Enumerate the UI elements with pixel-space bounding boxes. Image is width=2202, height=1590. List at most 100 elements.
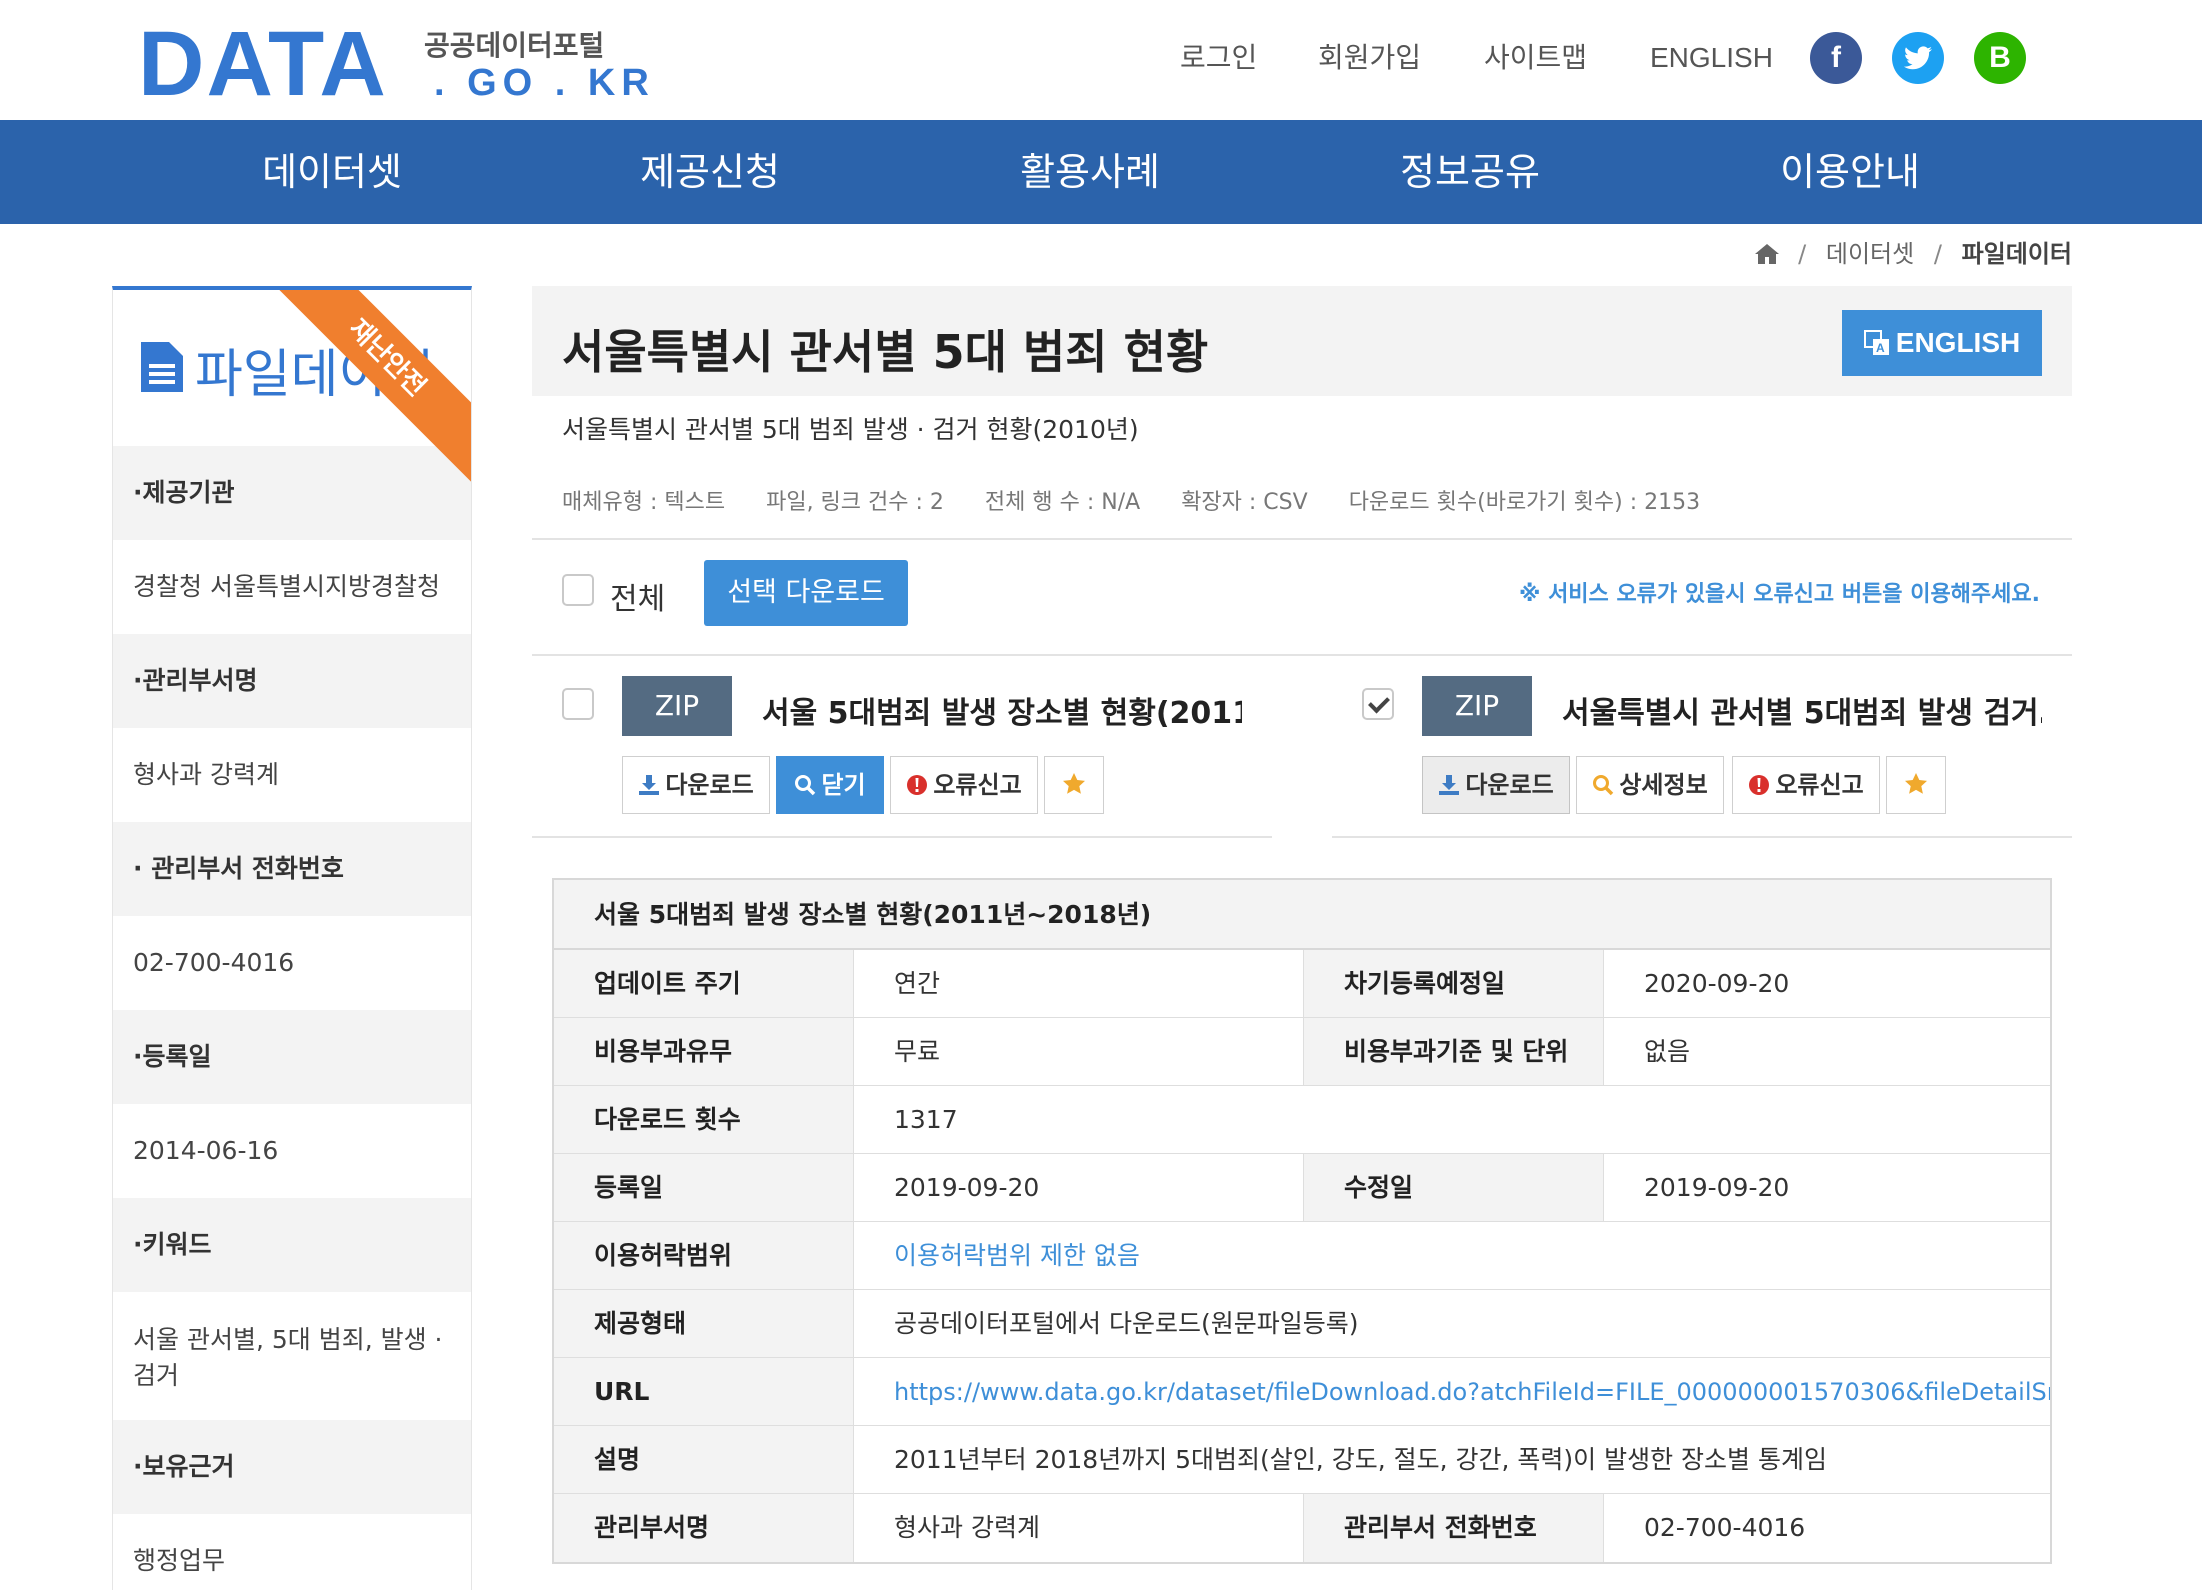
file-1-close-label: 닫기	[821, 771, 866, 799]
modified-date-label: 수정일	[1304, 1154, 1604, 1221]
file-1-format-badge: ZIP	[622, 676, 732, 736]
login-link[interactable]: 로그인	[1180, 38, 1257, 78]
translate-icon: A	[1863, 330, 1889, 355]
provider-label: ·제공기관	[113, 446, 471, 540]
fee-basis-value: 없음	[1644, 1037, 1691, 1066]
search-icon	[1593, 775, 1614, 796]
meta-extension: 확장자 : CSV	[1181, 490, 1308, 515]
meta-file-count: 파일, 링크 건수 : 2	[766, 490, 944, 515]
file-2-report-label: 오류신고	[1775, 771, 1864, 799]
breadcrumb: / 데이터셋 / 파일데이터	[1754, 236, 2072, 272]
file-1-download-label: 다운로드	[665, 771, 754, 799]
facebook-icon[interactable]: f	[1810, 32, 1862, 84]
file-2-favorite-button[interactable]	[1886, 756, 1946, 814]
logo-domain: . GO . KR	[434, 62, 655, 104]
twitter-icon[interactable]	[1892, 32, 1944, 84]
dataset-meta: 매체유형 : 텍스트 파일, 링크 건수 : 2 전체 행 수 : N/A 확장…	[562, 484, 1734, 516]
file-2-details-label: 상세정보	[1619, 771, 1708, 799]
downloads-label: 다운로드 횟수	[554, 1086, 854, 1153]
url-link[interactable]: https://www.data.go.kr/dataset/fileDownl…	[854, 1358, 2050, 1425]
phone-label: · 관리부서 전화번호	[113, 822, 471, 916]
select-all-checkbox[interactable]	[562, 574, 594, 606]
modified-date-value: 2019-09-20	[1644, 1173, 1790, 1202]
site-logo[interactable]: DATA 공공데이터포털 . GO . KR	[138, 13, 649, 115]
file-2-report-button[interactable]: 오류신고	[1732, 756, 1880, 814]
nav-info-sharing[interactable]: 정보공유	[1280, 120, 1660, 224]
dept-name-label: 관리부서명	[554, 1494, 854, 1562]
english-link[interactable]: ENGLISH	[1650, 38, 1773, 78]
dept-label: ·관리부서명	[113, 634, 471, 728]
dept-name-value: 형사과 강력계	[854, 1494, 1304, 1562]
table-row: 비용부과유무 무료 비용부과기준 및 단위 없음	[554, 1018, 2050, 1086]
table-row: 이용허락범위 이용허락범위 제한 없음	[554, 1222, 2050, 1290]
star-icon	[1063, 773, 1085, 794]
breadcrumb-separator: /	[1798, 240, 1807, 268]
alert-icon	[1749, 775, 1770, 795]
meta-row-count: 전체 행 수 : N/A	[984, 490, 1141, 515]
table-row: URL https://www.data.go.kr/dataset/fileD…	[554, 1358, 2050, 1426]
fee-value: 무료	[854, 1018, 1304, 1085]
logo-subtitle: 공공데이터포털	[424, 29, 605, 62]
fee-label: 비용부과유무	[554, 1018, 854, 1085]
logo-wordmark: DATA	[138, 13, 388, 115]
sidebar: 파일데이터 재난안전 ·제공기관 경찰청 서울특별시지방경찰청 ·관리부서명 형…	[112, 286, 472, 1590]
file-1-checkbox[interactable]	[562, 688, 594, 720]
file-1-favorite-button[interactable]	[1044, 756, 1104, 814]
file-1-download-button[interactable]: 다운로드	[622, 756, 770, 814]
blog-glyph: B	[1989, 41, 2011, 74]
home-icon[interactable]	[1754, 243, 1779, 265]
nav-request[interactable]: 제공신청	[520, 120, 900, 224]
page-title: 서울특별시 관서별 5대 범죄 현황	[562, 325, 1209, 379]
provision-value: 공공데이터포털에서 다운로드(원문파일등록)	[894, 1309, 1359, 1338]
file-1-report-button[interactable]: 오류신고	[890, 756, 1038, 814]
description-value: 2011년부터 2018년까지 5대범죄(살인, 강도, 절도, 강간, 폭력)…	[894, 1445, 1827, 1474]
basis-value: 행정업무	[133, 1546, 226, 1575]
sitemap-link[interactable]: 사이트맵	[1484, 38, 1587, 78]
file-2-download-button[interactable]: 다운로드	[1422, 756, 1570, 814]
license-link[interactable]: 이용허락범위 제한 없음	[854, 1222, 2050, 1289]
sidebar-header: 파일데이터 재난안전	[113, 290, 471, 499]
meta-media-type: 매체유형 : 텍스트	[562, 490, 726, 515]
file-2-download-label: 다운로드	[1465, 771, 1554, 799]
registered-date-value: 2019-09-20	[854, 1154, 1304, 1221]
table-row: 다운로드 횟수 1317	[554, 1086, 2050, 1154]
file-2-format-badge: ZIP	[1422, 676, 1532, 736]
divider	[532, 836, 1272, 838]
nav-guide[interactable]: 이용안내	[1660, 120, 2040, 224]
blog-icon[interactable]: B	[1974, 32, 2026, 84]
keywords-value: 서울 관서별, 5대 범죄, 발생 · 검거	[133, 1325, 443, 1390]
breadcrumb-datasets[interactable]: 데이터셋	[1826, 240, 1914, 268]
registered-value: 2014-06-16	[133, 1136, 279, 1165]
nav-use-cases[interactable]: 활용사례	[900, 120, 1280, 224]
table-row: 설명 2011년부터 2018년까지 5대범죄(살인, 강도, 절도, 강간, …	[554, 1426, 2050, 1494]
table-row: 관리부서명 형사과 강력계 관리부서 전화번호 02-700-4016	[554, 1494, 2050, 1562]
update-cycle-value: 연간	[854, 950, 1304, 1017]
next-reg-label: 차기등록예정일	[1304, 950, 1604, 1017]
file-1-close-button[interactable]: 닫기	[776, 756, 884, 814]
table-row: 업데이트 주기 연간 차기등록예정일 2020-09-20	[554, 950, 2050, 1018]
file-1-name[interactable]: 서울 5대범죄 발생 장소별 현황(2011…	[762, 688, 1242, 732]
nav-datasets[interactable]: 데이터셋	[142, 120, 522, 224]
file-2-details-button[interactable]: 상세정보	[1576, 756, 1724, 814]
file-2-name[interactable]: 서울특별시 관서별 5대범죄 발생 검거…	[1562, 688, 2042, 732]
alert-icon	[907, 775, 928, 795]
document-icon	[141, 342, 183, 392]
search-icon	[795, 775, 816, 796]
file-1-report-label: 오류신고	[933, 771, 1022, 799]
dept-phone-label: 관리부서 전화번호	[1304, 1494, 1604, 1562]
star-icon	[1905, 773, 1927, 794]
fee-basis-label: 비용부과기준 및 단위	[1304, 1018, 1604, 1085]
file-2-checkbox[interactable]	[1362, 688, 1394, 720]
dept-phone-value: 02-700-4016	[1644, 1513, 1806, 1542]
detail-caption: 서울 5대범죄 발생 장소별 현황(2011년~2018년)	[554, 880, 2050, 950]
dataset-title-box: 서울특별시 관서별 5대 범죄 현황 A ENGLISH	[532, 286, 2072, 396]
url-label: URL	[554, 1358, 854, 1425]
table-row: 등록일 2019-09-20 수정일 2019-09-20	[554, 1154, 2050, 1222]
file-detail-table: 서울 5대범죄 발생 장소별 현황(2011년~2018년) 업데이트 주기 연…	[552, 878, 2052, 1564]
signup-link[interactable]: 회원가입	[1318, 38, 1421, 78]
meta-download-count: 다운로드 횟수(바로가기 횟수) : 2153	[1348, 490, 1701, 515]
english-button[interactable]: A ENGLISH	[1842, 310, 2042, 376]
divider	[532, 654, 2072, 656]
breadcrumb-current: 파일데이터	[1961, 240, 2072, 268]
selected-download-button[interactable]: 선택 다운로드	[704, 560, 908, 626]
